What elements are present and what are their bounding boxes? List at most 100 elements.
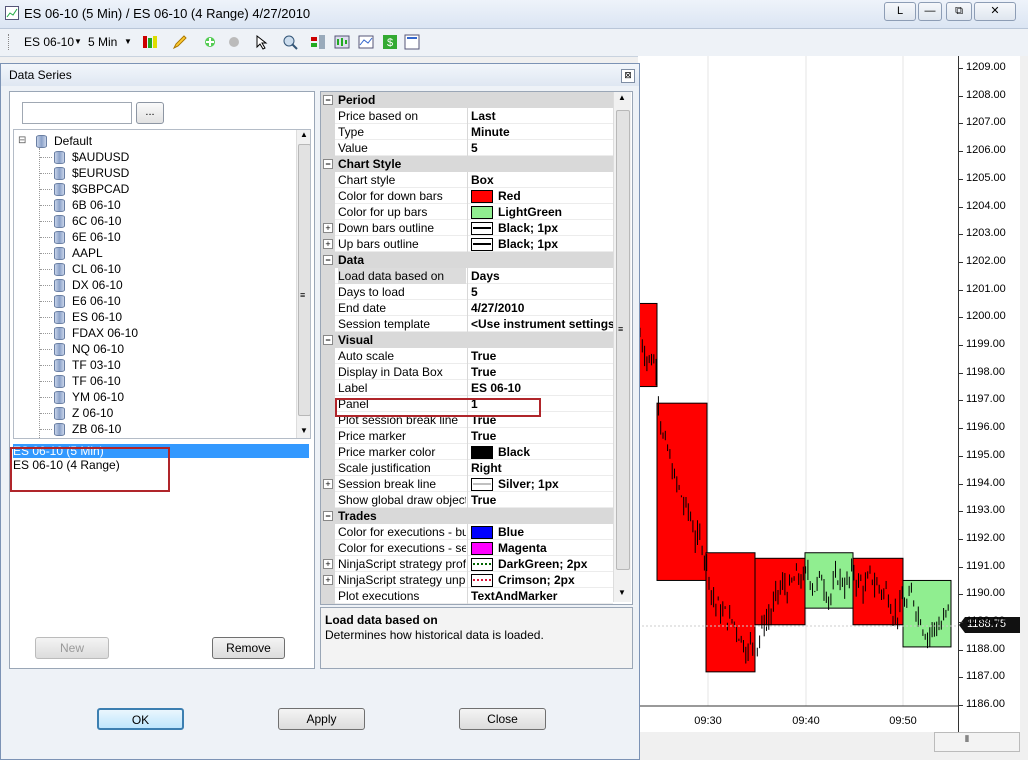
chevron-down-icon[interactable]: ▼ — [124, 33, 132, 51]
instrument-selector[interactable]: ES 06-10 — [24, 33, 74, 51]
tree-scroll-thumb[interactable] — [298, 144, 310, 416]
property-price-marker[interactable]: Price marker True — [321, 428, 613, 444]
close-button[interactable]: Close — [459, 708, 546, 730]
property-show-global-draw-objects[interactable]: Show global draw objects True — [321, 492, 613, 508]
chart-trader-icon[interactable] — [310, 34, 326, 50]
ok-button[interactable]: OK — [97, 708, 184, 730]
collapse-icon[interactable]: ⊟ — [18, 133, 26, 149]
collapse-icon[interactable]: − — [323, 335, 333, 345]
property-value[interactable]: LightGreen — [467, 204, 614, 220]
property-value[interactable]: ES 06-10 — [467, 380, 614, 396]
category-period[interactable]: − Period — [321, 92, 613, 108]
property-color-for-executions-sell[interactable]: Color for executions - sell Magenta — [321, 540, 613, 556]
strategies-icon[interactable]: $ — [382, 34, 398, 50]
link-button[interactable]: L — [884, 2, 916, 21]
collapse-icon[interactable]: − — [323, 511, 333, 521]
property-value[interactable]: Box — [467, 172, 614, 188]
new-series-button[interactable]: New — [35, 637, 109, 659]
property-plot-executions[interactable]: Plot executions TextAndMarker — [321, 588, 613, 604]
strategy-icon[interactable] — [226, 34, 242, 50]
scroll-down-icon[interactable]: ▼ — [300, 426, 308, 435]
interval-selector[interactable]: 5 Min — [88, 33, 117, 51]
category-visual[interactable]: − Visual — [321, 332, 613, 348]
maximize-button[interactable]: ⧉ — [946, 2, 972, 21]
property-scale-justification[interactable]: Scale justification Right — [321, 460, 613, 476]
property-value[interactable]: Crimson; 2px — [467, 572, 614, 588]
property-value[interactable]: DarkGreen; 2px — [467, 556, 614, 572]
property-value[interactable]: Days — [467, 268, 614, 284]
property-value[interactable]: 4/27/2010 — [467, 300, 614, 316]
property-value[interactable]: Black — [467, 444, 614, 460]
expand-icon[interactable]: + — [323, 559, 333, 569]
property-grid[interactable]: − Period Price based on Last Type Minute Value… — [320, 91, 633, 605]
property-value[interactable]: 5 — [467, 140, 614, 156]
property-ninjascript-strategy-unprofitable[interactable]: + NinjaScript strategy unprofitable Crimso… — [321, 572, 613, 588]
category-data[interactable]: − Data — [321, 252, 613, 268]
grid-scrollbar[interactable]: ▲ ≡ ▼ — [613, 92, 631, 602]
property-auto-scale[interactable]: Auto scale True — [321, 348, 613, 364]
scroll-down-icon[interactable]: ▼ — [618, 588, 626, 597]
property-session-template[interactable]: Session template <Use instrument settings… — [321, 316, 614, 332]
property-value[interactable]: Magenta — [467, 540, 614, 556]
property-value[interactable]: Value 5 — [321, 140, 613, 156]
property-value[interactable]: TextAndMarker — [467, 588, 614, 604]
property-value[interactable]: True — [467, 492, 614, 508]
property-value[interactable]: 5 — [467, 284, 614, 300]
chart-horizontal-scrollbar[interactable]: ⦀ — [934, 732, 1020, 752]
property-up-bars-outline[interactable]: + Up bars outline Black; 1px — [321, 236, 613, 252]
expand-icon[interactable]: + — [323, 575, 333, 585]
scroll-up-icon[interactable]: ▲ — [300, 130, 308, 139]
collapse-icon[interactable]: − — [323, 95, 333, 105]
property-value[interactable]: Blue — [467, 524, 614, 540]
property-days-to-load[interactable]: Days to load 5 — [321, 284, 613, 300]
price-chart[interactable]: 09:30 09:40 09:50 — [638, 56, 958, 732]
property-value[interactable]: True — [467, 364, 614, 380]
property-value[interactable]: Silver; 1px — [467, 476, 614, 492]
property-value[interactable]: Minute — [467, 124, 614, 140]
property-ninjascript-strategy-profit[interactable]: + NinjaScript strategy profit DarkGreen; 2… — [321, 556, 613, 572]
property-price-based-on[interactable]: Price based on Last — [321, 108, 613, 124]
property-load-data-based-on[interactable]: Load data based on Days — [321, 268, 613, 284]
pencil-icon[interactable] — [172, 34, 188, 50]
property-color-for-down-bars[interactable]: Color for down bars Red — [321, 188, 613, 204]
price-axis[interactable]: 1188.75 1209.00 1208.00 1207.00 1206.00 1205… — [958, 56, 1021, 732]
properties-icon[interactable] — [404, 34, 420, 50]
property-value[interactable]: Black; 1px — [467, 220, 614, 236]
property-chart-style[interactable]: Chart style Box — [321, 172, 613, 188]
property-color-for-executions-buy[interactable]: Color for executions - buy Blue — [321, 524, 613, 540]
property-value[interactable]: True — [467, 348, 614, 364]
close-window-button[interactable]: ✕ — [974, 2, 1016, 21]
add-indicator-icon[interactable] — [202, 34, 218, 50]
expand-icon[interactable]: + — [323, 479, 333, 489]
property-type[interactable]: Type Minute — [321, 124, 613, 140]
instrument-search-input[interactable] — [22, 102, 132, 124]
indicators-icon[interactable] — [358, 34, 374, 50]
tree-scrollbar[interactable]: ▲ ≡ ▼ — [296, 130, 310, 438]
property-value[interactable]: Last — [467, 108, 614, 124]
expand-icon[interactable]: + — [323, 239, 333, 249]
property-down-bars-outline[interactable]: + Down bars outline Black; 1px — [321, 220, 613, 236]
chevron-down-icon[interactable]: ▼ — [74, 33, 82, 51]
browse-button[interactable]: ... — [136, 102, 164, 124]
instrument-tree[interactable]: ⊟ Default $AUDUSD $EURUSD $GBPCAD 6B 06-10 6C … — [13, 129, 311, 439]
remove-series-button[interactable]: Remove — [212, 637, 285, 659]
data-series-icon[interactable] — [334, 34, 350, 50]
cursor-icon[interactable] — [254, 34, 270, 50]
dialog-close-button[interactable]: ⊠ — [621, 69, 635, 83]
category-trades[interactable]: − Trades — [321, 508, 613, 524]
property-value[interactable]: True — [467, 428, 614, 444]
property-price-marker-color[interactable]: Price marker color Black — [321, 444, 613, 460]
category-chart-style[interactable]: − Chart Style — [321, 156, 613, 172]
property-value[interactable]: Right — [467, 460, 614, 476]
property-session-break-line[interactable]: + Session break line Silver; 1px — [321, 476, 613, 492]
property-color-for-up-bars[interactable]: Color for up bars LightGreen — [321, 204, 613, 220]
bar-color-icon[interactable] — [142, 34, 158, 50]
property-value[interactable]: Red — [467, 188, 614, 204]
zoom-icon[interactable] — [282, 34, 298, 50]
property-label[interactable]: Label ES 06-10 — [321, 380, 613, 396]
property-value[interactable]: <Use instrument settings> — [467, 316, 614, 332]
expand-icon[interactable]: + — [323, 223, 333, 233]
property-value[interactable]: Black; 1px — [467, 236, 614, 252]
property-end-date[interactable]: End date 4/27/2010 — [321, 300, 613, 316]
collapse-icon[interactable]: − — [323, 159, 333, 169]
